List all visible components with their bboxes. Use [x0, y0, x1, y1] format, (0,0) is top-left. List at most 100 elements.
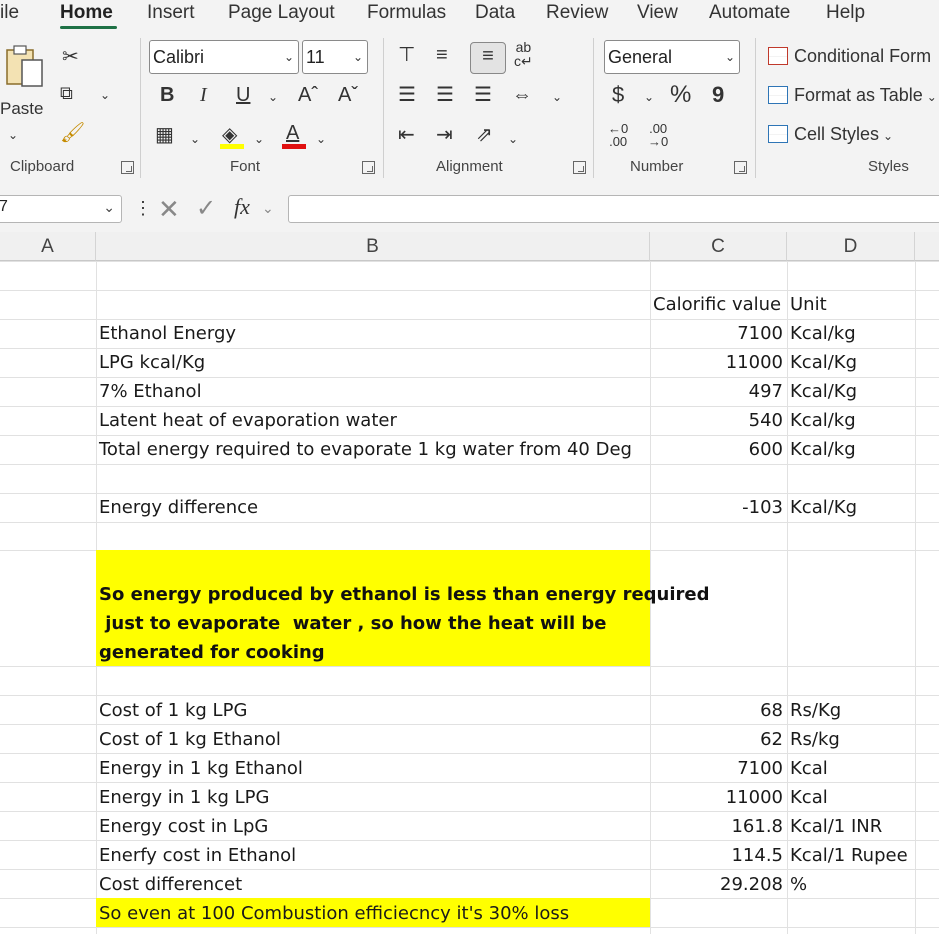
- conditional-formatting-button[interactable]: Conditional Form: [768, 46, 931, 67]
- cell-b16[interactable]: Energy in 1 kg Ethanol: [99, 754, 303, 783]
- cell-b5[interactable]: LPG kcal/Kg: [99, 348, 205, 377]
- cell-c7[interactable]: 540: [650, 406, 783, 435]
- chevron-down-icon[interactable]: ⌄: [262, 200, 274, 217]
- tab-help[interactable]: Help: [826, 2, 865, 24]
- percent-button[interactable]: %: [670, 82, 691, 108]
- cell-d3[interactable]: Unit: [790, 290, 827, 319]
- underline-button[interactable]: U: [236, 82, 250, 108]
- fill-color-button[interactable]: ◈: [220, 122, 246, 150]
- number-format-dropdown[interactable]: General ⌄: [604, 40, 740, 74]
- merge-center-icon[interactable]: ⇔: [512, 82, 532, 108]
- more-options-icon[interactable]: ⋮: [134, 198, 152, 219]
- tab-data[interactable]: Data: [475, 2, 515, 24]
- formula-input[interactable]: [288, 195, 939, 223]
- cell-d5[interactable]: Kcal/Kg: [790, 348, 857, 377]
- confirm-entry-icon[interactable]: ✓: [196, 194, 216, 223]
- decrease-decimal-icon[interactable]: .00 →0: [648, 122, 668, 148]
- name-box[interactable]: 7 ⌄: [0, 195, 122, 223]
- cell-d16[interactable]: Kcal: [790, 754, 828, 783]
- align-center-icon[interactable]: ☰: [436, 82, 454, 108]
- cell-b15[interactable]: Cost of 1 kg Ethanol: [99, 725, 281, 754]
- cell-d4[interactable]: Kcal/kg: [790, 319, 856, 348]
- align-middle-icon[interactable]: ≡: [436, 42, 448, 68]
- align-top-icon[interactable]: ⊤: [398, 42, 415, 68]
- decrease-indent-icon[interactable]: ⇤: [398, 122, 415, 148]
- cell-c6[interactable]: 497: [650, 377, 783, 406]
- bold-button[interactable]: B: [160, 82, 174, 108]
- tab-view[interactable]: View: [637, 2, 678, 24]
- cell-b10[interactable]: Energy difference: [99, 493, 258, 522]
- number-launcher-icon[interactable]: [734, 161, 747, 174]
- cell-d7[interactable]: Kcal/kg: [790, 406, 856, 435]
- cancel-entry-icon[interactable]: ✕: [158, 194, 180, 225]
- font-launcher-icon[interactable]: [362, 161, 375, 174]
- tab-file[interactable]: ile: [0, 2, 19, 24]
- cell-b4[interactable]: Ethanol Energy: [99, 319, 236, 348]
- cell-d20[interactable]: %: [790, 870, 807, 899]
- alignment-launcher-icon[interactable]: [573, 161, 586, 174]
- font-color-button[interactable]: A: [282, 122, 308, 150]
- wrap-text-icon[interactable]: ab c↵: [514, 40, 533, 68]
- cell-c17[interactable]: 11000: [650, 783, 783, 812]
- font-color-dropdown-chevron-icon[interactable]: ⌄: [316, 126, 326, 152]
- orientation-icon[interactable]: ⇗: [476, 122, 493, 148]
- paste-label[interactable]: Paste: [0, 96, 43, 122]
- copy-dropdown-chevron-icon[interactable]: ⌄: [100, 82, 110, 108]
- merge-dropdown-chevron-icon[interactable]: ⌄: [552, 84, 562, 110]
- align-right-icon[interactable]: ☰: [474, 82, 492, 108]
- cell-d15[interactable]: Rs/kg: [790, 725, 840, 754]
- decrease-font-size-button[interactable]: Aˇ: [338, 82, 358, 108]
- cell-d14[interactable]: Rs/Kg: [790, 696, 841, 725]
- format-painter-icon[interactable]: 🖌: [60, 120, 85, 146]
- currency-button[interactable]: $: [612, 82, 624, 108]
- cell-c4[interactable]: 7100: [650, 319, 783, 348]
- cell-c8[interactable]: 600: [650, 435, 783, 464]
- paste-button[interactable]: [4, 42, 46, 92]
- cell-b20[interactable]: Cost differencet: [99, 870, 242, 899]
- cell-b14[interactable]: Cost of 1 kg LPG: [99, 696, 247, 725]
- copy-icon[interactable]: ⧉: [60, 80, 73, 106]
- cell-c5[interactable]: 11000: [650, 348, 783, 377]
- cell-d6[interactable]: Kcal/Kg: [790, 377, 857, 406]
- note-line-1[interactable]: So energy produced by ethanol is less th…: [99, 580, 710, 609]
- orientation-dropdown-chevron-icon[interactable]: ⌄: [508, 126, 518, 152]
- borders-icon[interactable]: ▦: [155, 122, 174, 148]
- cell-d19[interactable]: Kcal/1 Rupee: [790, 841, 908, 870]
- cell-b7[interactable]: Latent heat of evaporation water: [99, 406, 397, 435]
- increase-indent-icon[interactable]: ⇥: [436, 122, 453, 148]
- cut-icon[interactable]: ✂: [62, 44, 79, 70]
- cell-c15[interactable]: 62: [650, 725, 783, 754]
- column-header-c[interactable]: C: [650, 232, 787, 261]
- fill-color-dropdown-chevron-icon[interactable]: ⌄: [254, 126, 264, 152]
- cell-c14[interactable]: 68: [650, 696, 783, 725]
- italic-button[interactable]: I: [200, 82, 207, 108]
- cell-b21[interactable]: So even at 100 Combustion efficiecncy it…: [99, 899, 569, 928]
- increase-decimal-icon[interactable]: ←0.00: [608, 122, 628, 148]
- cell-b17[interactable]: Energy in 1 kg LPG: [99, 783, 269, 812]
- cell-c20[interactable]: 29.208: [650, 870, 783, 899]
- cell-b6[interactable]: 7% Ethanol: [99, 377, 202, 406]
- cell-b19[interactable]: Enerfy cost in Ethanol: [99, 841, 296, 870]
- font-size-dropdown[interactable]: 11 ⌄: [302, 40, 368, 74]
- tab-insert[interactable]: Insert: [147, 2, 195, 24]
- cell-d17[interactable]: Kcal: [790, 783, 828, 812]
- cell-c18[interactable]: 161.8: [650, 812, 783, 841]
- align-left-icon[interactable]: ☰: [398, 82, 416, 108]
- cell-d18[interactable]: Kcal/1 INR: [790, 812, 882, 841]
- cell-c16[interactable]: 7100: [650, 754, 783, 783]
- cell-b8[interactable]: Total energy required to evaporate 1 kg …: [99, 435, 632, 464]
- font-name-dropdown[interactable]: Calibri ⌄: [149, 40, 299, 74]
- tab-home[interactable]: Home: [60, 2, 113, 24]
- paste-dropdown-chevron-icon[interactable]: ⌄: [8, 122, 18, 148]
- cell-c10[interactable]: -103: [650, 493, 783, 522]
- column-header-e[interactable]: [915, 232, 939, 261]
- cell-d8[interactable]: Kcal/kg: [790, 435, 856, 464]
- note-line-3[interactable]: generated for cooking: [99, 638, 325, 667]
- comma-style-button[interactable]: 9: [712, 82, 724, 108]
- underline-dropdown-chevron-icon[interactable]: ⌄: [268, 84, 278, 110]
- cell-d10[interactable]: Kcal/Kg: [790, 493, 857, 522]
- tab-review[interactable]: Review: [546, 2, 608, 24]
- column-header-a[interactable]: A: [0, 232, 96, 261]
- cell-styles-button[interactable]: Cell Styles ⌄: [768, 124, 893, 145]
- tab-automate[interactable]: Automate: [709, 2, 790, 24]
